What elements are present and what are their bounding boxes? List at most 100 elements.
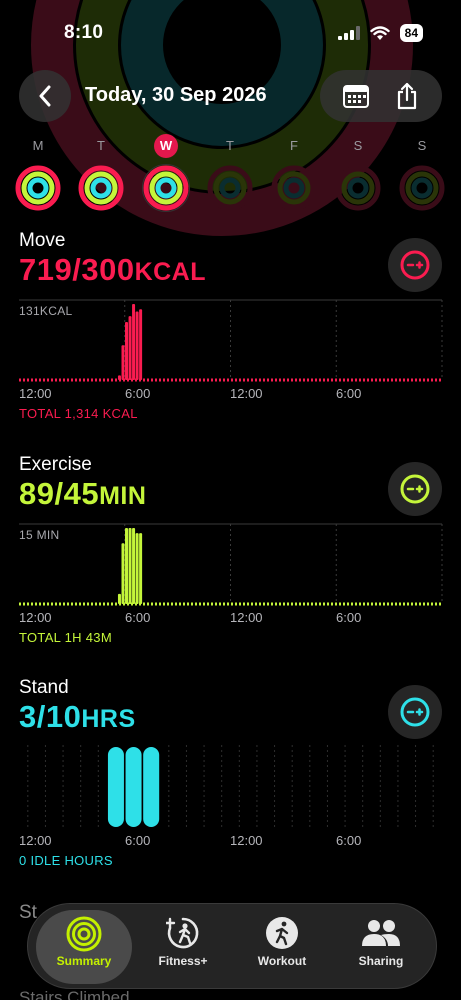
wifi-icon	[369, 25, 390, 40]
battery-indicator: 84	[399, 24, 423, 42]
exercise-add-button[interactable]	[388, 462, 442, 516]
tab-sharing-label: Sharing	[358, 954, 404, 968]
exercise-bar-1	[121, 543, 125, 604]
day-activity-rings-icon	[207, 165, 253, 211]
day-letter: W	[154, 134, 178, 158]
header: Today, 30 Sep 2026	[0, 68, 461, 124]
exercise-chart: 15 MIN 12:00 6:00 12:00 6:00 TOTAL 1H 43M	[0, 520, 461, 645]
exercise-x-tick: 6:00	[125, 610, 151, 625]
exercise-bar-6	[139, 533, 143, 604]
tab-workout[interactable]: Workout	[234, 910, 330, 984]
tab-sharing[interactable]: Sharing	[333, 910, 429, 984]
move-value: 719/300KCAL	[19, 252, 206, 288]
exercise-chart-svg	[19, 523, 443, 606]
exercise-value-number: 89/45	[19, 476, 100, 511]
exercise-title: Exercise	[19, 454, 92, 475]
day-activity-rings-icon	[335, 165, 381, 211]
calendar-button[interactable]	[336, 76, 376, 116]
stand-bar-0	[107, 747, 124, 827]
signal-icon	[337, 26, 360, 40]
move-title: Move	[19, 230, 66, 251]
move-x-tick: 6:00	[125, 386, 151, 401]
stand-bar-2	[143, 747, 160, 827]
header-actions	[320, 70, 442, 122]
day-letter: S	[417, 138, 427, 153]
tab-fitness-plus-label: Fitness+	[158, 954, 208, 968]
back-button[interactable]	[19, 70, 71, 122]
day-4[interactable]: T	[203, 134, 257, 212]
stand-value-unit: HRS	[81, 705, 136, 733]
move-bar-4	[132, 304, 136, 380]
move-x-tick: 12:00	[230, 386, 263, 401]
day-letter: T	[97, 138, 105, 153]
day-3[interactable]: W	[139, 134, 193, 212]
day-6[interactable]: S	[331, 134, 385, 212]
move-section: Move 719/300KCAL 131KCAL 12:00 6:00 12:00 6:…	[0, 230, 461, 430]
stand-x-tick: 6:00	[125, 833, 151, 848]
tab-summary[interactable]: Summary	[36, 910, 132, 984]
stand-add-button[interactable]	[388, 685, 442, 739]
day-letter: T	[226, 138, 234, 153]
stand-bar-1	[125, 747, 142, 827]
day-activity-rings-icon	[271, 165, 317, 211]
move-x-tick: 6:00	[336, 386, 362, 401]
exercise-total: TOTAL 1H 43M	[19, 630, 112, 645]
move-bar-0	[117, 375, 121, 380]
move-bar-5	[135, 311, 139, 380]
tab-workout-label: Workout	[257, 954, 307, 968]
tab-bar: Summary Fitness+ Workout Sharing	[27, 903, 437, 989]
stand-ring	[90, 177, 112, 199]
stand-value: 3/10HRS	[19, 699, 136, 735]
exercise-max-label: 15 MIN	[19, 528, 60, 542]
stand-ring-plus-icon	[400, 697, 430, 727]
day-5[interactable]: F	[267, 134, 321, 212]
chevron-left-icon	[39, 85, 51, 107]
day-1[interactable]: M	[11, 134, 65, 212]
tab-fitness-plus[interactable]: Fitness+	[135, 910, 231, 984]
move-bar-1	[121, 345, 125, 380]
stairs-climbed-peek: Stairs Climbed	[19, 988, 130, 1000]
day-7[interactable]: S	[395, 134, 449, 212]
stand-x-tick: 6:00	[336, 833, 362, 848]
stand-chart-svg	[27, 745, 434, 827]
status-icons: 84	[337, 24, 423, 42]
move-add-button[interactable]	[388, 238, 442, 292]
day-activity-rings-icon	[15, 165, 61, 211]
day-activity-rings-icon	[78, 165, 124, 211]
exercise-x-tick: 6:00	[336, 610, 362, 625]
stand-ring	[219, 177, 241, 199]
stand-section: Stand 3/10HRS 12:00 6:00 12:00 6:00 0 IDLE H…	[0, 677, 461, 877]
page-title: Today, 30 Sep 2026	[85, 84, 267, 106]
week-strip: MTWTFSS	[0, 134, 461, 214]
day-activity-rings-icon	[399, 165, 445, 211]
day-2[interactable]: T	[74, 134, 128, 212]
sharing-people-icon	[333, 916, 429, 954]
exercise-x-tick: 12:00	[230, 610, 263, 625]
stand-ring	[411, 177, 433, 199]
move-bar-6	[139, 309, 143, 380]
stand-value-number: 3/10	[19, 699, 82, 734]
status-time: 8:10	[64, 22, 104, 43]
stand-total: 0 IDLE HOURS	[19, 853, 113, 868]
move-total: TOTAL 1,314 KCAL	[19, 406, 138, 421]
stand-ring	[347, 177, 369, 199]
stand-ring	[27, 177, 49, 199]
status-bar: 8:10 84	[0, 0, 461, 60]
workout-runner-icon	[234, 916, 330, 954]
stand-title: Stand	[19, 677, 69, 698]
share-button[interactable]	[387, 76, 427, 116]
exercise-value-unit: MIN	[99, 482, 147, 510]
move-chart: 131KCAL 12:00 6:00 12:00 6:00 TOTAL 1,314 KCA…	[0, 296, 461, 421]
move-value-number: 719/300	[19, 252, 135, 287]
share-icon	[397, 82, 416, 110]
fitness-plus-icon	[135, 916, 231, 954]
exercise-section: Exercise 89/45MIN 15 MIN 12:00 6:00 12:00 6:…	[0, 454, 461, 654]
exercise-bar-5	[135, 533, 139, 604]
move-x-tick: 12:00	[19, 386, 52, 401]
calendar-icon	[342, 85, 369, 108]
stand-x-tick: 12:00	[230, 833, 263, 848]
exercise-bar-3	[128, 528, 132, 604]
day-letter: S	[353, 138, 363, 153]
stand-ring	[283, 177, 305, 199]
exercise-ring-plus-icon	[400, 474, 430, 504]
